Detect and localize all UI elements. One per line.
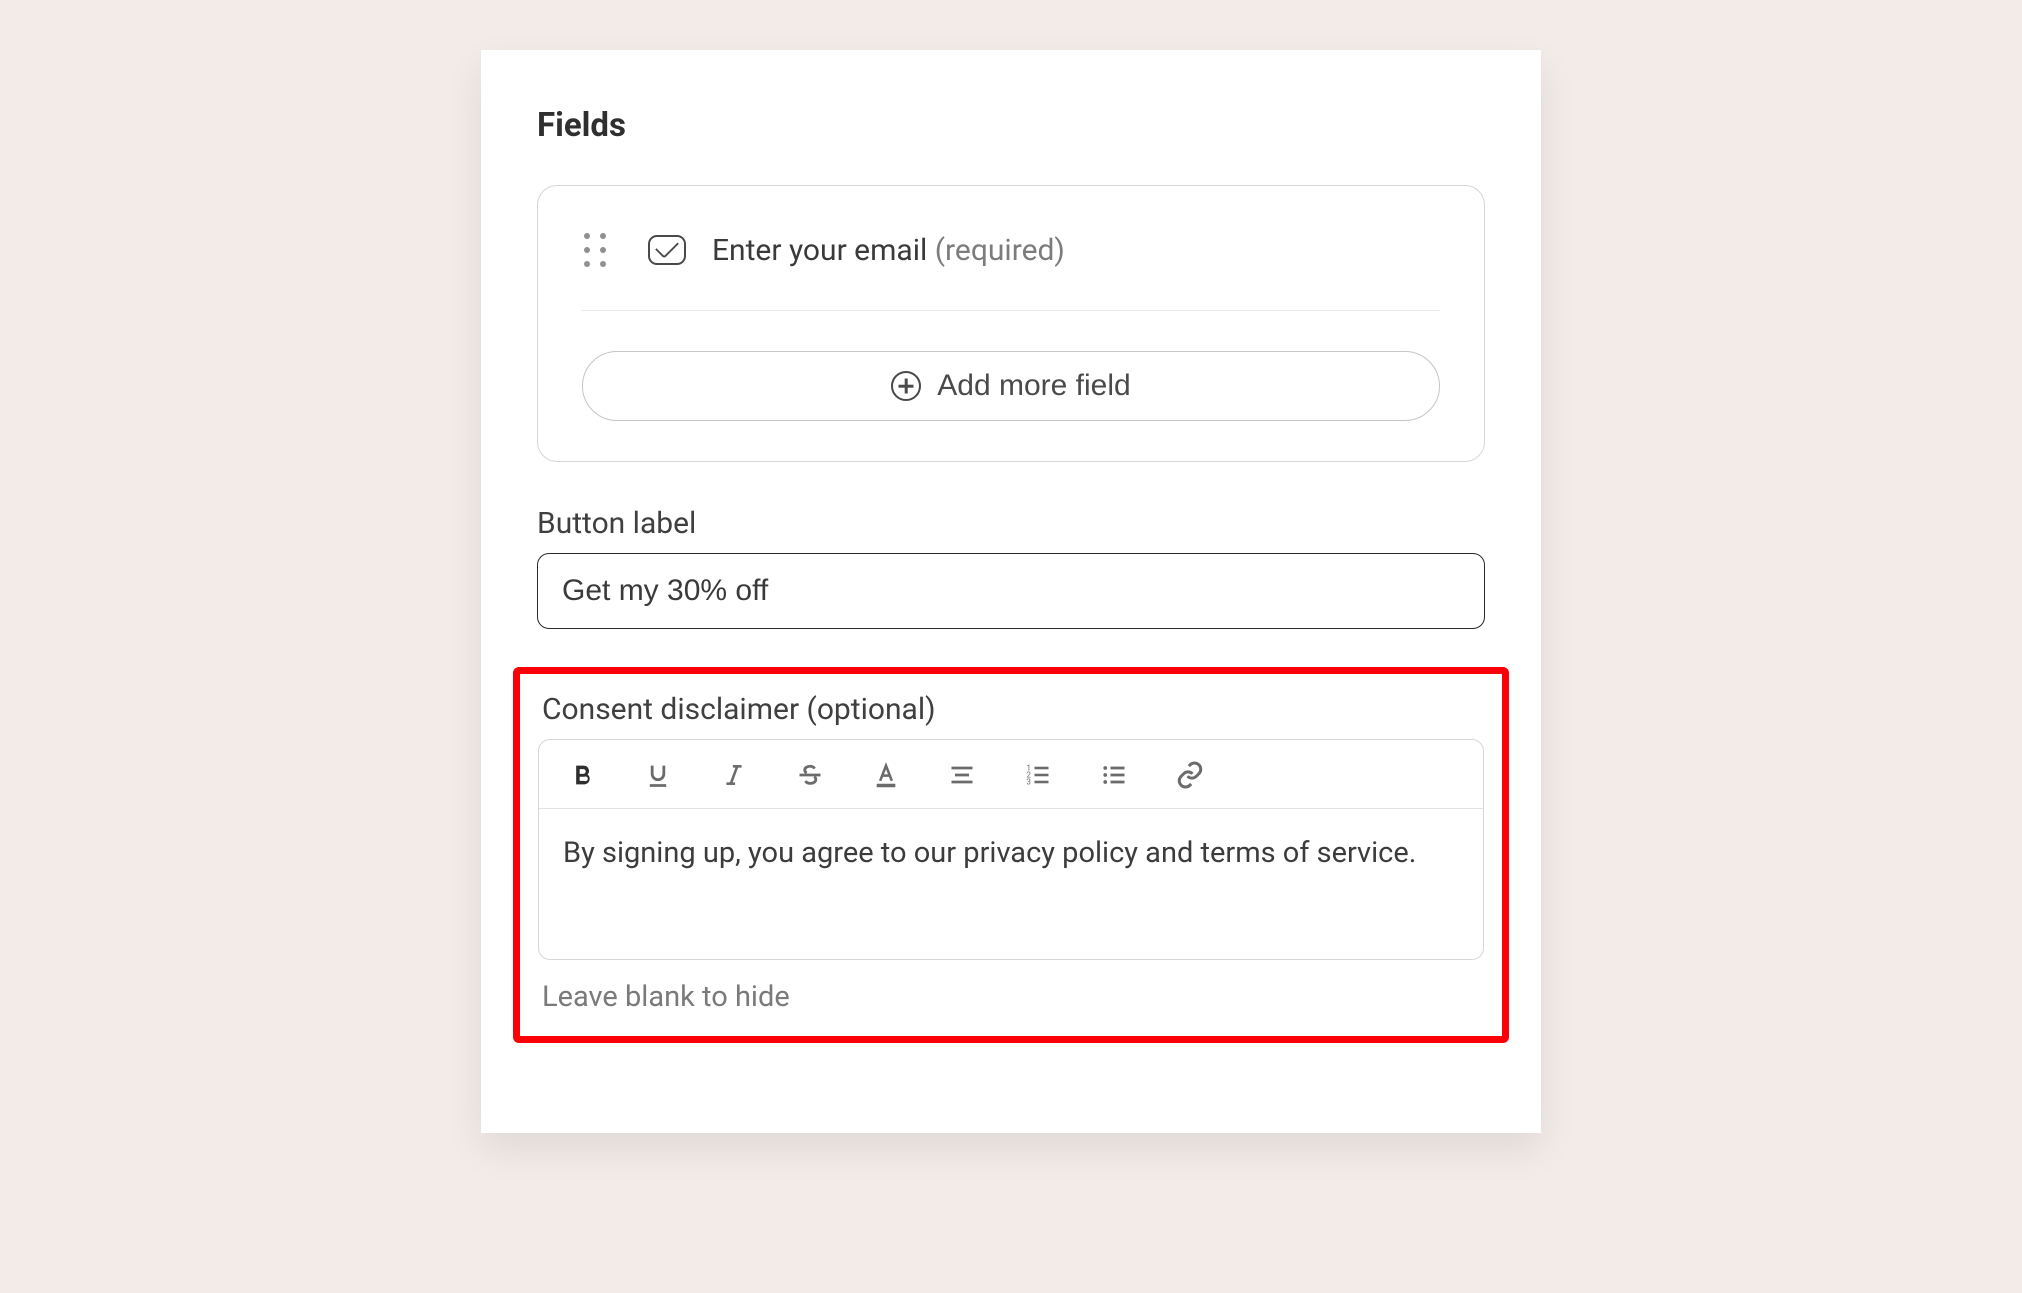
consent-rich-text-editor: 123 By signing up, you agree to our priv… — [538, 739, 1484, 960]
add-more-field-button[interactable]: Add more field — [582, 351, 1440, 421]
bold-icon[interactable] — [563, 756, 601, 794]
field-label: Enter your email (required) — [712, 233, 1065, 268]
consent-label: Consent disclaimer (optional) — [538, 692, 1484, 727]
fields-container: Enter your email (required) Add more fie… — [537, 185, 1485, 462]
fields-section-title: Fields — [537, 106, 1485, 145]
unordered-list-icon[interactable] — [1095, 756, 1133, 794]
consent-textarea[interactable]: By signing up, you agree to our privacy … — [539, 809, 1483, 959]
consent-highlight: Consent disclaimer (optional) — [513, 667, 1509, 1043]
field-label-text: Enter your email — [712, 233, 927, 268]
ordered-list-icon[interactable]: 123 — [1019, 756, 1057, 794]
field-required-text: (required) — [935, 233, 1065, 268]
add-more-field-label: Add more field — [937, 369, 1130, 403]
text-color-icon[interactable] — [867, 756, 905, 794]
underline-icon[interactable] — [639, 756, 677, 794]
drag-handle-icon[interactable] — [582, 230, 608, 270]
rte-toolbar: 123 — [539, 740, 1483, 809]
svg-text:3: 3 — [1026, 776, 1031, 786]
strikethrough-icon[interactable] — [791, 756, 829, 794]
link-icon[interactable] — [1171, 756, 1209, 794]
button-label-input[interactable] — [537, 553, 1485, 629]
plus-circle-icon — [891, 371, 921, 401]
field-row-email[interactable]: Enter your email (required) — [582, 230, 1440, 311]
italic-icon[interactable] — [715, 756, 753, 794]
align-icon[interactable] — [943, 756, 981, 794]
button-label-label: Button label — [537, 506, 1485, 541]
settings-panel: Fields Enter your email (required) Add m… — [481, 50, 1541, 1133]
mail-icon — [648, 235, 686, 265]
consent-hint: Leave blank to hide — [538, 980, 1484, 1014]
